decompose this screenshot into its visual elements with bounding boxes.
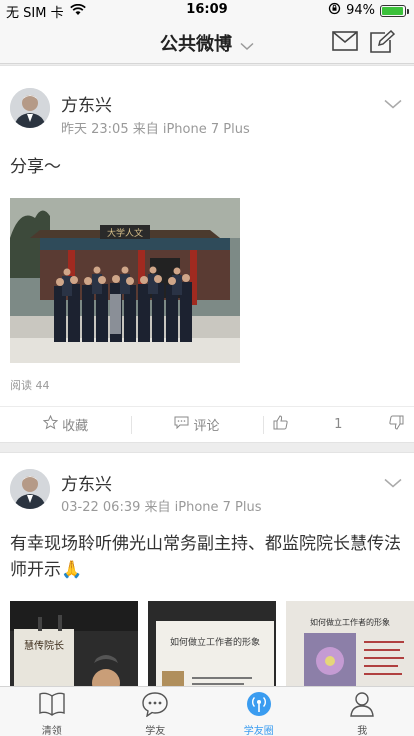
thumbs-down-icon[interactable] xyxy=(389,415,404,434)
like-count: 1 xyxy=(334,417,343,432)
status-right: 94% xyxy=(328,2,409,19)
tab-label: 学友圈 xyxy=(243,726,274,736)
post-text: 分享～ xyxy=(10,157,61,177)
comment-icon xyxy=(174,416,189,433)
slide-headline: 如何做立工作者的形象 xyxy=(310,617,390,627)
favorite-button[interactable]: 收藏 xyxy=(0,407,131,442)
post-card: 方东兴 昨天 23:05 来自 iPhone 7 Plus 分享～ 大学人文 阅… xyxy=(0,65,414,443)
battery-icon xyxy=(380,4,409,17)
tab-me[interactable]: 我 xyxy=(311,687,414,736)
post-text: 有幸现场聆听佛光山常务副主持、都监院院长慧传法师开示🙏 xyxy=(10,534,401,580)
tab-qingling[interactable]: 清领 xyxy=(0,687,104,736)
tab-label: 我 xyxy=(357,726,368,736)
comment-label: 评论 xyxy=(193,419,220,434)
photo-thumbnail[interactable]: 如何做立工作者的形象 xyxy=(286,601,414,686)
tab-label: 清领 xyxy=(41,726,62,736)
avatar[interactable] xyxy=(10,469,50,509)
mail-icon[interactable] xyxy=(332,30,358,54)
chevron-down-icon[interactable] xyxy=(384,473,402,492)
avatar[interactable] xyxy=(10,88,50,128)
person-icon xyxy=(348,691,376,722)
broadcast-icon xyxy=(245,691,273,722)
post-photo[interactable]: 大学人文 xyxy=(10,198,240,363)
feed[interactable]: 方东兴 昨天 23:05 来自 iPhone 7 Plus 分享～ 大学人文 阅… xyxy=(0,65,414,686)
compose-icon[interactable] xyxy=(369,29,396,54)
post-actions: 收藏 评论 1 xyxy=(0,406,414,442)
author-name[interactable]: 方东兴 xyxy=(61,91,112,116)
like-group: 1 xyxy=(262,407,414,442)
battery-tip xyxy=(407,8,409,14)
post-header: 方东兴 03-22 06:39 来自 iPhone 7 Plus xyxy=(0,453,414,515)
battery-fill xyxy=(382,6,403,15)
chevron-down-icon[interactable] xyxy=(384,94,402,113)
photo-thumbnail[interactable]: 如何做立工作者的形象 xyxy=(148,601,276,686)
chat-bubble-icon xyxy=(141,691,169,722)
post-card: 方东兴 03-22 06:39 来自 iPhone 7 Plus 有幸现场聆听佛… xyxy=(0,452,414,686)
battery-percent: 94% xyxy=(346,3,375,18)
comment-button[interactable]: 评论 xyxy=(131,407,262,442)
post-meta: 03-22 06:39 来自 iPhone 7 Plus xyxy=(61,500,262,515)
nav-bar: 公共微博 xyxy=(0,20,414,64)
post-header: 方东兴 昨天 23:05 来自 iPhone 7 Plus xyxy=(0,66,414,137)
read-count: 阅读 44 xyxy=(10,379,50,392)
slide-headline: 如何做立工作者的形象 xyxy=(170,636,260,648)
chevron-down-icon xyxy=(240,35,254,56)
tab-bar: 清领 学友 学友圈 我 xyxy=(0,686,414,736)
poster-text: 慧传院长 xyxy=(24,639,64,652)
post-meta: 昨天 23:05 来自 iPhone 7 Plus xyxy=(61,122,250,137)
book-icon xyxy=(38,691,66,722)
thumbs-up-icon[interactable] xyxy=(273,415,288,434)
tab-label: 学友 xyxy=(145,726,166,736)
tab-xueyouquan[interactable]: 学友圈 xyxy=(207,687,311,736)
star-icon xyxy=(42,414,59,434)
tab-xueyou[interactable]: 学友 xyxy=(104,687,208,736)
temple-sign: 大学人文 xyxy=(107,227,143,239)
photo-grid: 慧传院长 如何做立工作者的形象 如何做立工作者的形象 xyxy=(0,601,414,686)
orientation-lock-icon xyxy=(328,2,341,19)
photo-thumbnail[interactable]: 慧传院长 xyxy=(10,601,138,686)
author-name[interactable]: 方东兴 xyxy=(61,470,112,495)
status-bar: 无 SIM 卡 16:09 94% xyxy=(0,0,414,21)
page-title: 公共微博 xyxy=(160,34,232,55)
favorite-label: 收藏 xyxy=(62,419,89,434)
